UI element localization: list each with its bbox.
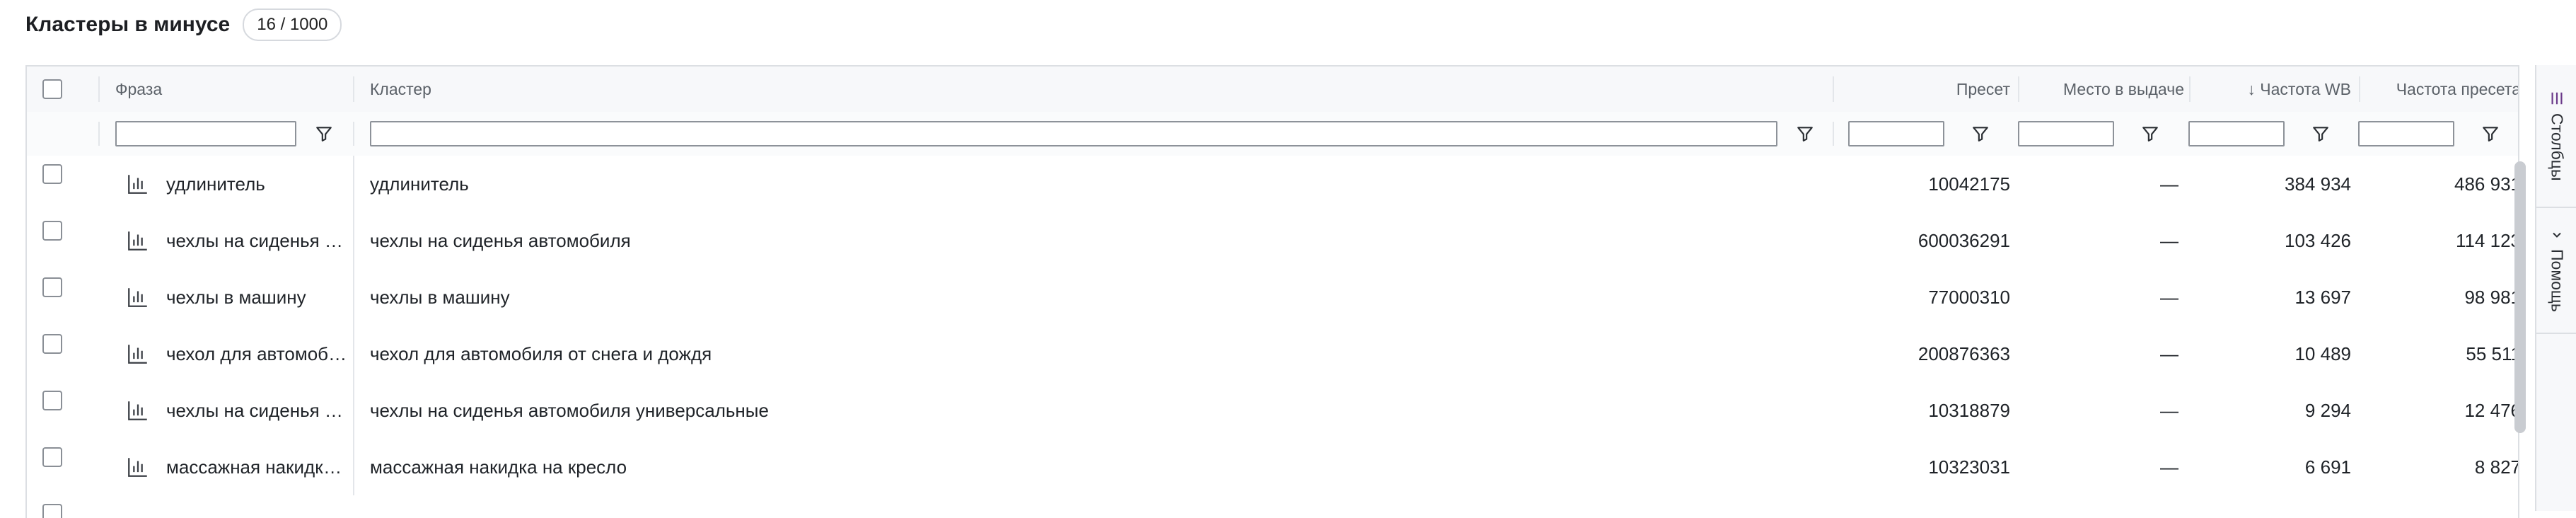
cluster-cell: чехол для автомобиля от снега и дождя bbox=[370, 343, 712, 364]
bar-chart-icon[interactable] bbox=[126, 342, 150, 366]
phrase-cell: чехлы на сиденья автомобиля bbox=[166, 229, 347, 251]
phrase-cell: чехлы в машину bbox=[166, 286, 306, 308]
freq-wb-cell: 9 294 bbox=[2304, 399, 2351, 421]
row-checkbox[interactable] bbox=[42, 221, 62, 241]
row-checkbox[interactable] bbox=[42, 277, 62, 297]
page-header: Кластеры в минусе 16 / 1000 bbox=[25, 8, 342, 41]
row-checkbox[interactable] bbox=[42, 334, 62, 354]
freq-preset-cell: 114 123 bbox=[2455, 229, 2519, 251]
cluster-cell: чехлы на сиденья автомобиля универсальны… bbox=[370, 399, 769, 421]
row-checkbox[interactable] bbox=[42, 391, 62, 410]
position-filter-input[interactable] bbox=[2018, 121, 2114, 146]
page-title: Кластеры в минусе bbox=[25, 13, 231, 36]
column-header-phrase[interactable]: Фраза bbox=[115, 67, 356, 112]
freq-preset-cell: 486 931 bbox=[2454, 173, 2519, 195]
freq-preset-cell: 55 511 bbox=[2466, 343, 2519, 364]
bar-chart-icon[interactable] bbox=[126, 398, 150, 422]
column-header-preset[interactable]: Пресет bbox=[1845, 67, 2010, 112]
row-checkbox[interactable] bbox=[42, 447, 62, 467]
freq-wb-cell: 13 697 bbox=[2294, 286, 2351, 308]
freq-wb-cell: 103 426 bbox=[2285, 229, 2351, 251]
table-row[interactable]: массажная накидка на кресло массажная на… bbox=[27, 439, 2519, 497]
vertical-scrollbar[interactable] bbox=[2514, 161, 2526, 433]
chevron-icon bbox=[2553, 232, 2561, 238]
table-row[interactable]: удлинитель удлинитель 10042175 — 384 934… bbox=[27, 156, 2519, 214]
preset-cell: 10318879 bbox=[1928, 399, 2010, 421]
cluster-cell: чехлы на сиденья автомобиля bbox=[370, 229, 631, 251]
columns-tab[interactable]: Столбцы bbox=[2536, 65, 2576, 208]
preset-cell: 77000310 bbox=[1928, 286, 2010, 308]
bar-chart-icon[interactable] bbox=[126, 285, 150, 309]
filter-icon[interactable] bbox=[2481, 125, 2500, 143]
freq-wb-cell: 6 691 bbox=[2304, 456, 2351, 478]
position-cell: — bbox=[2160, 399, 2178, 421]
help-tab-label: Помощь bbox=[2548, 248, 2567, 312]
cluster-filter-input[interactable] bbox=[370, 121, 1777, 146]
header-row: Фраза Кластер Пресет Место в выдаче ↓ Ча… bbox=[27, 67, 2519, 113]
row-checkbox[interactable] bbox=[42, 504, 62, 518]
filter-icon[interactable] bbox=[1971, 125, 1990, 143]
table-row-partial bbox=[27, 495, 2518, 518]
column-header-cluster[interactable]: Кластер bbox=[370, 67, 1855, 112]
table-row[interactable]: чехлы на сиденья автомобиля универсальны… bbox=[27, 382, 2519, 440]
column-header-freq-preset-label: Частота пресета bbox=[2396, 79, 2519, 98]
column-header-freq-preset[interactable]: Частота пресета bbox=[2368, 67, 2519, 112]
freq-preset-cell: 8 827 bbox=[2474, 456, 2519, 478]
freq-wb-cell: 10 489 bbox=[2294, 343, 2351, 364]
bar-chart-icon[interactable] bbox=[126, 455, 150, 479]
side-panel-tabs: Столбцы Помощь bbox=[2535, 65, 2576, 511]
columns-tab-label: Столбцы bbox=[2548, 113, 2567, 181]
position-cell: — bbox=[2160, 173, 2178, 195]
phrase-filter-input[interactable] bbox=[115, 121, 296, 146]
count-badge: 16 / 1000 bbox=[243, 8, 342, 41]
phrase-cell: удлинитель bbox=[166, 173, 265, 195]
phrase-cell: чехлы на сиденья автомобиля универсальны… bbox=[166, 399, 347, 421]
position-cell: — bbox=[2160, 286, 2178, 308]
position-cell: — bbox=[2160, 343, 2178, 364]
column-header-position[interactable]: Место в выдаче bbox=[2029, 67, 2184, 112]
cluster-cell: чехлы в машину bbox=[370, 286, 510, 308]
position-cell: — bbox=[2160, 229, 2178, 251]
select-all-checkbox[interactable] bbox=[42, 79, 62, 99]
column-header-freq-wb[interactable]: ↓ Частота WB bbox=[2198, 67, 2351, 112]
preset-cell: 10042175 bbox=[1928, 173, 2010, 195]
filter-icon[interactable] bbox=[1796, 125, 1814, 143]
cluster-cell: массажная накидка на кресло bbox=[370, 456, 627, 478]
preset-cell: 200876363 bbox=[1918, 343, 2010, 364]
columns-icon bbox=[2551, 93, 2563, 105]
filter-icon[interactable] bbox=[315, 125, 333, 143]
preset-cell: 600036291 bbox=[1918, 229, 2010, 251]
bar-chart-icon[interactable] bbox=[126, 229, 150, 253]
filter-icon[interactable] bbox=[2311, 125, 2330, 143]
table-row[interactable]: чехол для автомобиля от снега и дождя че… bbox=[27, 326, 2519, 384]
table-row[interactable]: чехлы в машину чехлы в машину 77000310 —… bbox=[27, 269, 2519, 327]
freq-preset-cell: 12 476 bbox=[2464, 399, 2519, 421]
row-checkbox[interactable] bbox=[42, 164, 62, 184]
cluster-cell: удлинитель bbox=[370, 173, 469, 195]
table-row[interactable]: чехлы на сиденья автомобиля чехлы на сид… bbox=[27, 212, 2519, 270]
data-grid: Фраза Кластер Пресет Место в выдаче ↓ Ча… bbox=[25, 65, 2519, 518]
help-tab[interactable]: Помощь bbox=[2536, 207, 2576, 334]
column-header-cluster-label: Кластер bbox=[370, 79, 431, 98]
preset-filter-input[interactable] bbox=[1848, 121, 1944, 146]
freq-preset-filter-input[interactable] bbox=[2358, 121, 2454, 146]
column-header-phrase-label: Фраза bbox=[115, 79, 163, 98]
freq-wb-filter-input[interactable] bbox=[2188, 121, 2285, 146]
filter-row bbox=[27, 112, 2518, 157]
preset-cell: 10323031 bbox=[1928, 456, 2010, 478]
column-header-position-label: Место в выдаче bbox=[2062, 79, 2184, 98]
column-header-freq-wb-label: ↓ Частота WB bbox=[2247, 79, 2351, 98]
phrase-cell: чехол для автомобиля от снега и дождя bbox=[166, 343, 347, 364]
freq-preset-cell: 98 981 bbox=[2464, 286, 2519, 308]
bar-chart-icon[interactable] bbox=[126, 172, 150, 196]
filter-icon[interactable] bbox=[2141, 125, 2159, 143]
phrase-cell: массажная накидка на кресло bbox=[166, 456, 347, 478]
position-cell: — bbox=[2160, 456, 2178, 478]
freq-wb-cell: 384 934 bbox=[2285, 173, 2351, 195]
column-header-preset-label: Пресет bbox=[1956, 79, 2010, 98]
